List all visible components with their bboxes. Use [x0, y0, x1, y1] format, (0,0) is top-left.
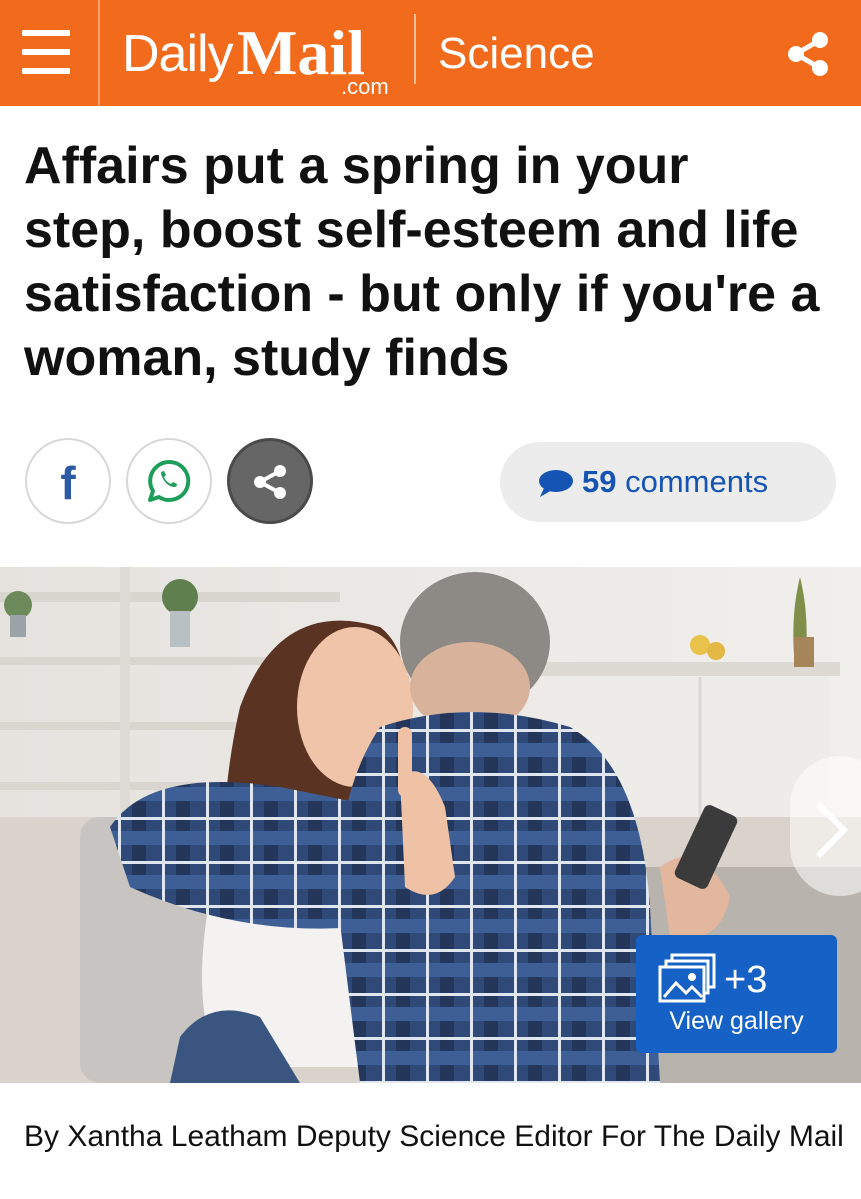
more-share-button[interactable] [227, 438, 313, 524]
gallery-next-button[interactable] [790, 756, 861, 896]
comments-label: comments [625, 464, 769, 499]
chevron-right-icon [815, 801, 849, 859]
whatsapp-icon [148, 459, 191, 502]
gallery-count: +3 [724, 959, 768, 1001]
comments-button[interactable]: 59 comments [500, 442, 836, 522]
logo-daily: Daily [122, 25, 234, 83]
speech-bubble-icon [539, 470, 573, 497]
view-gallery-button[interactable]: +3 View gallery [636, 935, 837, 1053]
gallery-label: View gallery [669, 1007, 804, 1035]
article-headline: Affairs put a spring in your step, boost… [24, 137, 820, 387]
site-header: Daily Mail .com Science [0, 0, 861, 106]
share-icon [254, 465, 286, 499]
share-icon[interactable] [782, 28, 834, 80]
header-divider [414, 14, 416, 84]
facebook-icon: f [60, 457, 76, 509]
comments-count: 59 [582, 464, 617, 499]
section-link[interactable]: Science [438, 29, 595, 79]
header-divider [98, 0, 100, 106]
article-byline: By Xantha Leatham Deputy Science Editor … [24, 1120, 844, 1153]
gallery-icon [658, 953, 716, 1003]
logo-com: .com [341, 74, 389, 99]
whatsapp-share-button[interactable] [126, 438, 212, 524]
hamburger-menu-icon[interactable] [22, 28, 72, 76]
facebook-share-button[interactable]: f [25, 438, 111, 524]
